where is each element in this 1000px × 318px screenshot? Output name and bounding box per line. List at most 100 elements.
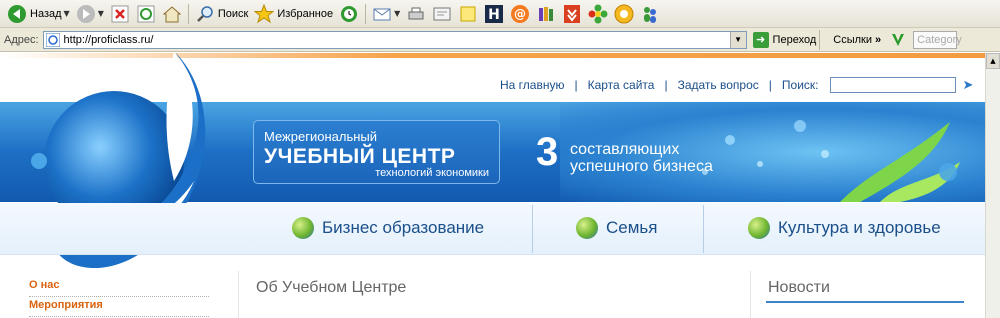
- toolbar-separator: [365, 3, 367, 24]
- favorites-button[interactable]: Избранное: [251, 2, 336, 26]
- left-menu-item-events[interactable]: Мероприятия: [29, 297, 209, 317]
- links-label: Ссылки: [833, 33, 872, 46]
- note-icon: [458, 4, 478, 24]
- mail-icon: [372, 4, 392, 24]
- home-button[interactable]: [159, 2, 185, 26]
- browser-toolbar: Назад ▼ ▼ Поиск Избранное ▼ H @: [0, 0, 1000, 28]
- h-button[interactable]: H: [481, 2, 507, 26]
- go-button[interactable]: ➜ Переход: [752, 31, 817, 48]
- refresh-icon: [136, 4, 156, 24]
- links-button[interactable]: Ссылки »: [833, 34, 881, 46]
- site-search-input[interactable]: [830, 77, 957, 93]
- three-number: 3: [536, 130, 559, 174]
- refresh-button[interactable]: [133, 2, 159, 26]
- slogan-line2: успешного бизнеса: [570, 158, 713, 175]
- download-icon: [562, 4, 582, 24]
- discuss-button[interactable]: [455, 2, 481, 26]
- section-business-education[interactable]: Бизнес образование: [292, 217, 484, 239]
- section-divider: [703, 205, 704, 253]
- category-placeholder: Category: [917, 33, 962, 46]
- title-line1: Межрегиональный: [264, 129, 378, 144]
- edit-page-icon: [432, 4, 452, 24]
- home-link[interactable]: На главную: [500, 78, 564, 92]
- address-dropdown-icon[interactable]: ▼: [729, 31, 746, 48]
- leaf-icon: [292, 217, 314, 239]
- column-divider: [750, 271, 751, 318]
- svg-text:@: @: [514, 7, 526, 21]
- toolbar-separator: [187, 3, 189, 24]
- history-button[interactable]: [336, 2, 362, 26]
- scroll-up-icon[interactable]: ▲: [986, 53, 1000, 69]
- go-arrow-icon: ➜: [752, 31, 769, 48]
- training-center-title-box: Межрегиональный УЧЕБНЫЙ ЦЕНТР технологий…: [253, 120, 500, 184]
- vertical-scrollbar[interactable]: ▲: [985, 53, 1000, 318]
- edit-button[interactable]: [429, 2, 455, 26]
- forward-dropdown-icon[interactable]: ▼: [98, 9, 104, 18]
- back-arrow-icon: [7, 4, 27, 24]
- back-label: Назад: [30, 7, 62, 20]
- banner-slogan: составляющих успешного бизнеса: [570, 141, 713, 175]
- toolbar-separator: [819, 29, 821, 50]
- address-url: http://proficlass.ru/: [63, 33, 154, 46]
- section-label: Бизнес образование: [322, 218, 485, 237]
- back-dropdown-icon[interactable]: ▼: [64, 9, 70, 18]
- column-divider: [238, 271, 239, 318]
- at-sign-icon: @: [510, 4, 530, 24]
- smiley-button[interactable]: [611, 2, 637, 26]
- home-icon: [162, 4, 182, 24]
- title-line2: УЧЕБНЫЙ ЦЕНТР: [264, 145, 456, 168]
- search-label: Поиск:: [781, 78, 819, 92]
- page-favicon-icon: [45, 32, 60, 47]
- favorites-label: Избранное: [277, 7, 334, 20]
- magnifier-icon: [195, 4, 215, 24]
- section-divider: [532, 205, 533, 253]
- print-button[interactable]: [403, 2, 429, 26]
- section-label: Семья: [606, 218, 658, 237]
- svg-text:H: H: [488, 7, 500, 23]
- search-button[interactable]: Поиск: [192, 2, 251, 26]
- messenger-icon: [640, 4, 660, 24]
- star-icon: [254, 3, 275, 24]
- address-input[interactable]: http://proficlass.ru/ ▼: [42, 30, 747, 49]
- back-button[interactable]: Назад ▼: [4, 2, 73, 26]
- v-icon[interactable]: [891, 33, 905, 47]
- mail-button[interactable]: ▼: [369, 2, 403, 26]
- smiley-icon: [614, 4, 634, 24]
- search-arrow-icon[interactable]: ➤: [962, 77, 973, 93]
- leaf-icon: [576, 217, 598, 239]
- content-title: Об Учебном Центре: [256, 279, 407, 296]
- section-label: Культура и здоровье: [778, 218, 941, 237]
- email-at-button[interactable]: @: [507, 2, 533, 26]
- nav-divider: |: [664, 78, 668, 92]
- printer-icon: [406, 4, 426, 24]
- books-icon: [536, 4, 556, 24]
- category-field[interactable]: Category: [913, 30, 962, 49]
- h-letter-icon: H: [484, 4, 504, 24]
- forward-arrow-icon: [76, 4, 96, 24]
- history-icon: [339, 4, 359, 24]
- left-menu-item-about[interactable]: О нас: [29, 277, 209, 297]
- download-button[interactable]: [559, 2, 585, 26]
- icq-button[interactable]: [585, 2, 611, 26]
- news-title: Новости: [768, 279, 830, 296]
- leaf-icon: [748, 217, 770, 239]
- stop-button[interactable]: [107, 2, 133, 26]
- nav-divider: |: [768, 78, 772, 92]
- section-family[interactable]: Семья: [576, 217, 657, 239]
- sitemap-link[interactable]: Карта сайта: [588, 78, 655, 92]
- section-culture-health[interactable]: Культура и здоровье: [748, 217, 941, 239]
- left-menu: О нас Мероприятия: [29, 277, 209, 317]
- web-page: На главную | Карта сайта | Задать вопрос…: [0, 53, 985, 318]
- slogan-line1: составляющих: [570, 141, 680, 158]
- news-underline: [766, 301, 964, 303]
- go-label: Переход: [772, 33, 817, 46]
- books-button[interactable]: [533, 2, 559, 26]
- ask-question-link[interactable]: Задать вопрос: [678, 78, 759, 92]
- top-navigation: На главную | Карта сайта | Задать вопрос…: [500, 77, 973, 93]
- nav-divider: |: [574, 78, 578, 92]
- messenger-button[interactable]: [637, 2, 663, 26]
- forward-button[interactable]: ▼: [73, 2, 107, 26]
- chevron-right-icon: »: [875, 33, 882, 46]
- address-label: Адрес:: [4, 33, 39, 46]
- mail-dropdown-icon[interactable]: ▼: [394, 9, 400, 18]
